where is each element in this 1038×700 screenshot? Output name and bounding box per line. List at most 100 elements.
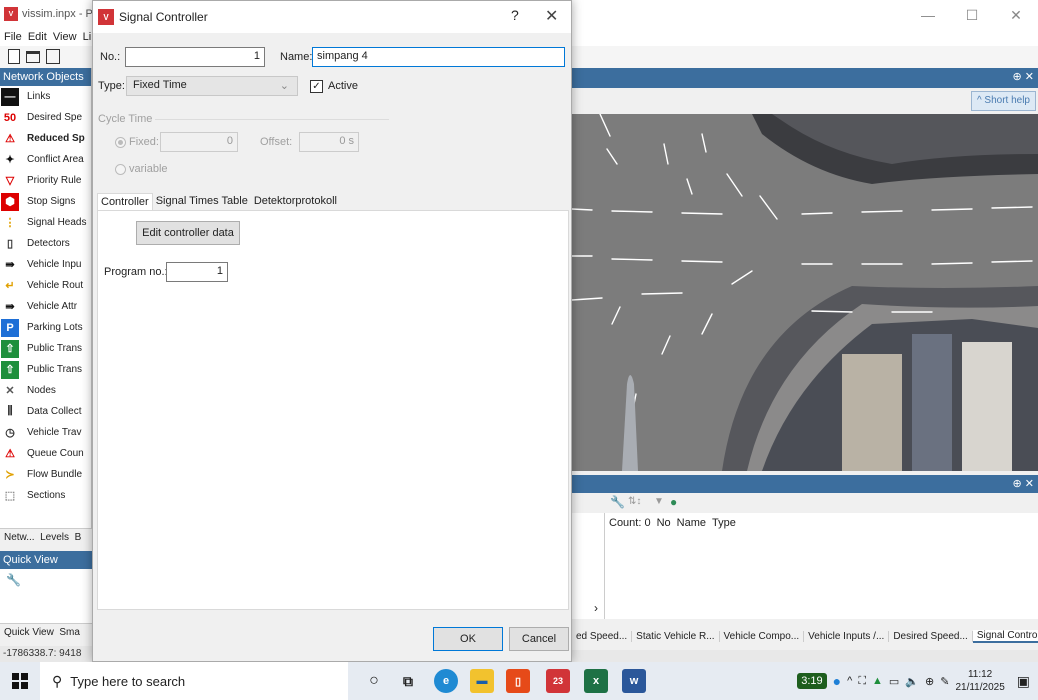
wrench-icon[interactable]: 🔧 <box>6 573 21 587</box>
bottom-tab[interactable]: ed Speed... <box>572 630 633 642</box>
minimize-button[interactable]: — <box>906 0 950 30</box>
network-object-item[interactable]: ⬚ Sections <box>0 485 91 506</box>
fixed-radio[interactable] <box>115 137 126 148</box>
filter-icon[interactable]: ▼ <box>654 496 664 507</box>
network-object-item[interactable]: ⬢ Stop Signs <box>0 191 91 212</box>
battery-icon[interactable]: ▭ <box>889 675 899 688</box>
ok-button[interactable]: OK <box>433 627 503 651</box>
clock[interactable]: 11:12 21/11/2025 <box>955 668 1004 694</box>
network-object-item[interactable]: ✦ Conflict Area <box>0 149 91 170</box>
short-help-button[interactable]: ^ Short help <box>970 91 1036 111</box>
network-object-item[interactable]: P Parking Lots <box>0 317 91 338</box>
network-object-item[interactable]: ⚠ Reduced Sp <box>0 128 91 149</box>
network-object-item[interactable]: ⇧ Public Trans <box>0 359 91 380</box>
network-objects-panel: Network Objects — Links 50 Desired Spe ⚠ Redu… <box>0 68 92 532</box>
office-icon[interactable]: ▯ <box>506 669 530 693</box>
app-title: vissim.inpx - PT <box>22 8 100 20</box>
network-object-item[interactable]: ▯ Detectors <box>0 233 91 254</box>
bottom-left-tabs[interactable]: Quick View Sma <box>0 624 92 646</box>
pin-icon[interactable]: ⊕ ✕ <box>1013 70 1035 83</box>
pin-icon[interactable]: ⊕ ✕ <box>1013 477 1035 490</box>
volume-icon[interactable]: 🔈 <box>905 675 919 688</box>
type-select[interactable]: Fixed Time ⌄ <box>126 76 298 96</box>
edit-controller-data-button[interactable]: Edit controller data <box>136 221 240 245</box>
maximize-button[interactable]: ☐ <box>950 0 994 30</box>
column-type[interactable]: Type <box>712 517 736 529</box>
network-map[interactable] <box>572 114 1038 471</box>
sort-icon[interactable]: ⇅↕ <box>628 496 641 507</box>
taskbar-search[interactable]: ⚲ Type here to search <box>40 662 348 700</box>
bottom-tab[interactable]: Vehicle Compo... <box>720 630 805 642</box>
menu-items[interactable]: File Edit View Li <box>4 31 91 43</box>
language-icon[interactable]: ⊕ <box>925 675 934 688</box>
fixed-field: 0 <box>160 132 238 152</box>
bottom-tab[interactable]: Vehicle Inputs /... <box>804 630 890 642</box>
pen-icon[interactable]: ✎ <box>940 675 949 688</box>
network-object-item[interactable]: ↵ Vehicle Rout <box>0 275 91 296</box>
help-button[interactable]: ? <box>511 7 519 23</box>
tab-signal-times-table[interactable]: Signal Times Table <box>153 193 251 211</box>
start-button[interactable] <box>0 662 40 700</box>
edge-icon[interactable]: e <box>434 669 458 693</box>
word-icon[interactable]: w <box>622 669 646 693</box>
bottom-tab[interactable]: Signal Controll... <box>972 629 1038 643</box>
network-object-item[interactable]: ≻ Flow Bundle <box>0 464 91 485</box>
no-label: No.: <box>100 51 121 63</box>
vehicle-input-icon: ⇛ <box>1 255 19 274</box>
scroll-right-arrow[interactable]: › <box>594 601 598 615</box>
network-object-item[interactable]: 50 Desired Spe <box>0 107 91 128</box>
left-panel-tabs[interactable]: Netw... Levels B <box>0 528 92 550</box>
clock-date: 21/11/2025 <box>955 682 1005 693</box>
cancel-button[interactable]: Cancel <box>509 627 569 651</box>
quick-view-header: Quick View <box>0 551 92 569</box>
column-no[interactable]: No <box>657 517 671 529</box>
network-tray-icon[interactable]: ⛶ <box>858 675 866 688</box>
network-object-item[interactable]: — Links <box>0 86 91 107</box>
network-object-item[interactable]: ⋮ Signal Heads <box>0 212 91 233</box>
close-button[interactable]: ✕ <box>994 0 1038 30</box>
drive-tray-icon[interactable]: ▲ <box>872 675 883 687</box>
users-icon[interactable]: ● <box>670 495 677 509</box>
notifications-icon[interactable]: ▣ <box>1017 673 1030 690</box>
open-folder-icon[interactable] <box>26 51 40 63</box>
help-circle-icon[interactable]: ● <box>833 673 841 689</box>
bottom-tab[interactable]: Static Vehicle R... <box>632 630 720 642</box>
tray-badge[interactable]: 3:19 <box>797 673 827 689</box>
variable-radio[interactable] <box>115 164 126 175</box>
bottom-tab[interactable]: Desired Speed... <box>889 630 973 642</box>
column-name[interactable]: Name <box>677 517 706 529</box>
network-object-item[interactable]: ▽ Priority Rule <box>0 170 91 191</box>
dialog-footer: OK Cancel <box>93 611 571 661</box>
network-map-canvas[interactable] <box>572 114 1038 471</box>
offset-label: Offset: <box>260 136 293 148</box>
controller-tab-body: Edit controller data Program no.: 1 <box>97 210 569 610</box>
program-no-field[interactable]: 1 <box>166 262 228 282</box>
cortana-icon[interactable]: ○ <box>362 669 386 693</box>
chevron-up-icon[interactable]: ^ <box>847 675 852 687</box>
active-checkbox[interactable]: ✓ <box>310 80 323 93</box>
tab-controller[interactable]: Controller <box>97 193 153 211</box>
dialog-close-button[interactable]: ✕ <box>545 6 558 26</box>
column-count[interactable]: Count: 0 <box>609 517 651 529</box>
network-object-item[interactable]: ✕ Nodes <box>0 380 91 401</box>
task-view-icon[interactable]: ⧉ <box>396 669 420 693</box>
save-icon[interactable] <box>46 49 60 64</box>
network-object-item[interactable]: ⚠ Queue Coun <box>0 443 91 464</box>
tab-detektorprotokoll[interactable]: Detektorprotokoll <box>251 193 340 211</box>
network-object-item[interactable]: ◷ Vehicle Trav <box>0 422 91 443</box>
no-field[interactable]: 1 <box>125 47 265 67</box>
public-transport-line-icon: ⇧ <box>1 360 19 379</box>
excel-icon[interactable]: x <box>584 669 608 693</box>
file-explorer-icon[interactable]: ▬ <box>470 669 494 693</box>
network-object-label: Conflict Area <box>27 154 84 165</box>
network-object-item[interactable]: ⇧ Public Trans <box>0 338 91 359</box>
wrench-icon[interactable]: 🔧 <box>610 495 625 509</box>
type-value: Fixed Time <box>133 79 187 91</box>
name-field[interactable]: simpang 4 <box>312 47 565 67</box>
network-object-item[interactable]: ⇛ Vehicle Attr <box>0 296 91 317</box>
network-object-item[interactable]: ⇛ Vehicle Inpu <box>0 254 91 275</box>
links-icon: — <box>1 87 19 106</box>
new-file-icon[interactable] <box>8 49 20 64</box>
network-object-item[interactable]: ⫼ Data Collect <box>0 401 91 422</box>
vissim-taskbar-icon[interactable]: 23 <box>546 669 570 693</box>
